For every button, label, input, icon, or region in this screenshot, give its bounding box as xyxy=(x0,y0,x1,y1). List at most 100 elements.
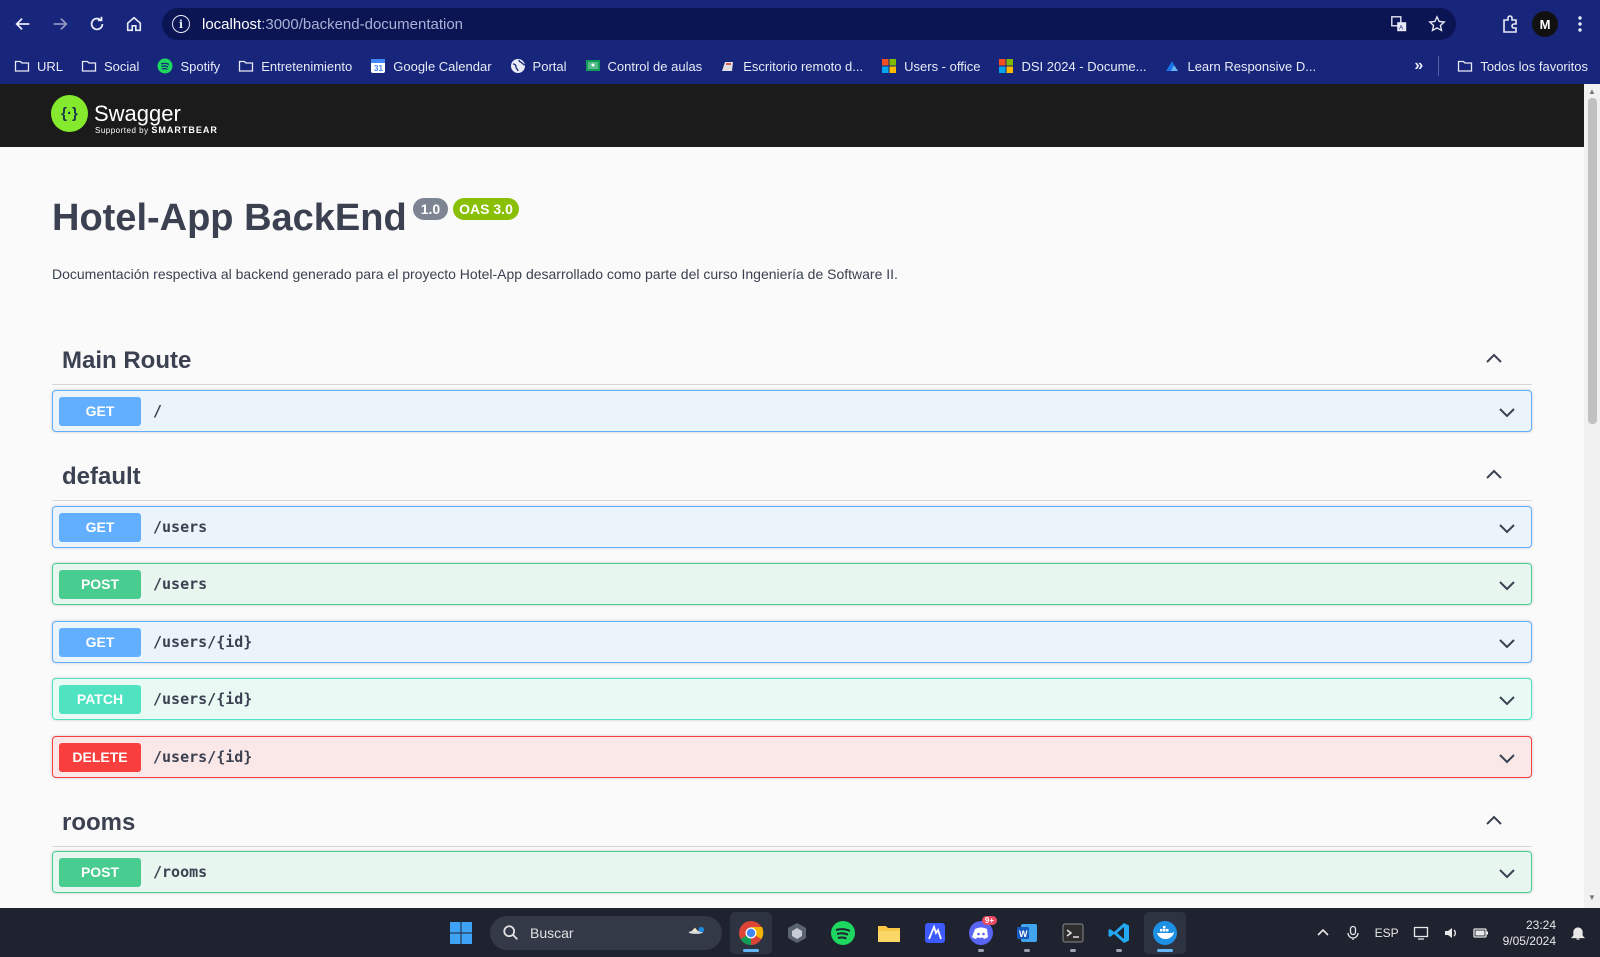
chevron-up-icon[interactable] xyxy=(1484,811,1504,831)
method-badge: GET xyxy=(59,627,141,657)
site-info-icon[interactable]: i xyxy=(172,15,190,33)
chevron-down-icon[interactable] xyxy=(1497,748,1517,768)
taskbar-spotify[interactable] xyxy=(822,912,864,954)
extensions-icon[interactable] xyxy=(1500,14,1520,34)
tag-title: default xyxy=(62,463,141,490)
chevron-down-icon[interactable] xyxy=(1497,402,1517,422)
running-indicator xyxy=(1070,948,1076,952)
operation-get-user-by-id[interactable]: GET /users/{id} xyxy=(52,621,1532,663)
microsoft-icon xyxy=(998,58,1014,74)
battery-icon[interactable] xyxy=(1472,925,1489,941)
chevron-up-icon[interactable] xyxy=(1484,349,1504,369)
taskbar-docker[interactable] xyxy=(1144,911,1186,954)
method-badge: GET xyxy=(59,396,141,426)
page-scrollbar[interactable]: ▲ ▼ xyxy=(1584,84,1600,908)
taskbar-chrome[interactable] xyxy=(730,911,772,954)
chevron-down-icon[interactable] xyxy=(1497,518,1517,538)
operation-patch-user[interactable]: PATCH /users/{id} xyxy=(52,678,1532,720)
start-button[interactable] xyxy=(440,912,482,954)
operation-path: /users xyxy=(153,518,208,536)
bookmark-all-favorites[interactable]: Todos los favoritos xyxy=(1457,58,1588,74)
chevron-down-icon[interactable] xyxy=(1497,633,1517,653)
scroll-up-arrow-icon[interactable]: ▲ xyxy=(1588,88,1596,96)
active-indicator xyxy=(1157,948,1173,952)
tag-title: Main Route xyxy=(62,347,192,374)
bookmarks-bar: URL Social Spotify Entretenimiento 31 Go… xyxy=(0,48,1600,84)
bookmark-spotify[interactable]: Spotify xyxy=(157,58,220,74)
spotify-icon xyxy=(831,920,855,945)
method-badge: POST xyxy=(59,569,141,599)
profile-avatar[interactable]: M xyxy=(1532,11,1558,37)
smartbear-tagline: Supported by SMARTBEAR xyxy=(95,125,218,135)
bookmark-learn-responsive[interactable]: Learn Responsive D... xyxy=(1164,58,1316,74)
taskbar-editor[interactable] xyxy=(914,912,956,954)
bookmark-portal[interactable]: Portal xyxy=(510,58,567,74)
taskbar-clock[interactable]: 23:24 9/05/2024 xyxy=(1503,917,1556,949)
arrow-right-icon xyxy=(53,17,68,31)
tag-title: rooms xyxy=(62,809,136,836)
swagger-logo[interactable]: {·} Swagger Supported by SMARTBEAR xyxy=(51,95,217,135)
taskbar-vscode[interactable] xyxy=(1098,912,1140,954)
taskbar-discord[interactable]: 9+ xyxy=(960,912,1002,954)
bookmark-social[interactable]: Social xyxy=(81,58,139,74)
search-icon xyxy=(503,924,518,940)
operation-post-users[interactable]: POST /users xyxy=(52,563,1532,605)
chevron-down-icon[interactable] xyxy=(1497,690,1517,710)
forward-button[interactable] xyxy=(42,6,78,42)
operation-delete-user[interactable]: DELETE /users/{id} xyxy=(52,736,1532,778)
swagger-brand: Swagger xyxy=(94,100,181,126)
running-indicator xyxy=(1116,948,1122,952)
tag-rooms[interactable]: rooms xyxy=(52,797,1532,847)
bookmarks-separator xyxy=(1438,56,1440,76)
operation-path: /users/{id} xyxy=(153,748,253,766)
taskbar-terminal[interactable] xyxy=(1052,912,1094,954)
language-indicator[interactable]: ESP xyxy=(1375,926,1399,940)
reload-icon xyxy=(90,16,104,31)
home-button[interactable] xyxy=(116,6,152,42)
swagger-topbar: {·} Swagger Supported by SMARTBEAR xyxy=(0,84,1584,147)
scroll-thumb[interactable] xyxy=(1588,98,1597,424)
more-menu-icon[interactable] xyxy=(1570,14,1590,34)
bookmark-google-calendar[interactable]: 31 Google Calendar xyxy=(370,58,492,74)
address-bar[interactable]: i localhost:3000/backend-documentation A xyxy=(162,8,1456,40)
bookmark-users-office[interactable]: Users - office xyxy=(881,58,980,74)
clock-time: 23:24 xyxy=(1525,917,1556,932)
operation-path: / xyxy=(153,402,163,420)
operation-post-rooms[interactable]: POST /rooms xyxy=(52,851,1532,893)
chevron-down-icon[interactable] xyxy=(1497,575,1517,595)
svg-text:31: 31 xyxy=(374,64,383,73)
volume-icon[interactable] xyxy=(1443,925,1459,941)
network-icon[interactable] xyxy=(1413,925,1429,941)
notification-bell-icon[interactable] xyxy=(1570,925,1586,941)
tag-main-route[interactable]: Main Route xyxy=(52,335,1532,385)
operation-get-users[interactable]: GET /users xyxy=(52,506,1532,548)
bookmark-escritorio-remoto[interactable]: Escritorio remoto d... xyxy=(720,58,863,74)
operation-get-root[interactable]: GET / xyxy=(52,390,1532,432)
reload-button[interactable] xyxy=(79,6,115,42)
editor-icon xyxy=(925,922,945,943)
bookmark-dsi-2024[interactable]: DSI 2024 - Docume... xyxy=(998,58,1146,74)
chevron-up-icon[interactable] xyxy=(1315,925,1331,941)
microphone-icon[interactable] xyxy=(1345,925,1361,941)
running-indicator xyxy=(978,948,984,952)
bookmark-control-de-aulas[interactable]: Control de aulas xyxy=(585,58,702,74)
calendar-icon: 31 xyxy=(370,58,386,74)
bookmark-entretenimiento[interactable]: Entretenimiento xyxy=(238,58,352,74)
more-bookmarks-chevron-icon[interactable]: » xyxy=(1414,57,1423,75)
scroll-down-arrow-icon[interactable]: ▼ xyxy=(1588,894,1596,902)
home-icon xyxy=(126,16,142,32)
back-button[interactable] xyxy=(5,6,41,42)
taskbar-search[interactable]: Buscar xyxy=(490,915,722,950)
taskbar-word[interactable]: W xyxy=(1006,912,1048,954)
learn-icon xyxy=(1164,58,1180,74)
bookmark-star-icon[interactable] xyxy=(1428,15,1446,33)
taskbar-unity[interactable] xyxy=(776,912,818,954)
tag-default[interactable]: default xyxy=(52,451,1532,501)
chevron-up-icon[interactable] xyxy=(1484,465,1504,485)
url-text[interactable]: localhost:3000/backend-documentation xyxy=(202,16,463,33)
chevron-down-icon[interactable] xyxy=(1497,863,1517,883)
bookmark-url[interactable]: URL xyxy=(14,58,63,74)
translate-icon[interactable]: A xyxy=(1390,15,1408,33)
taskbar-file-explorer[interactable] xyxy=(868,912,910,954)
arrow-left-icon xyxy=(15,17,30,31)
